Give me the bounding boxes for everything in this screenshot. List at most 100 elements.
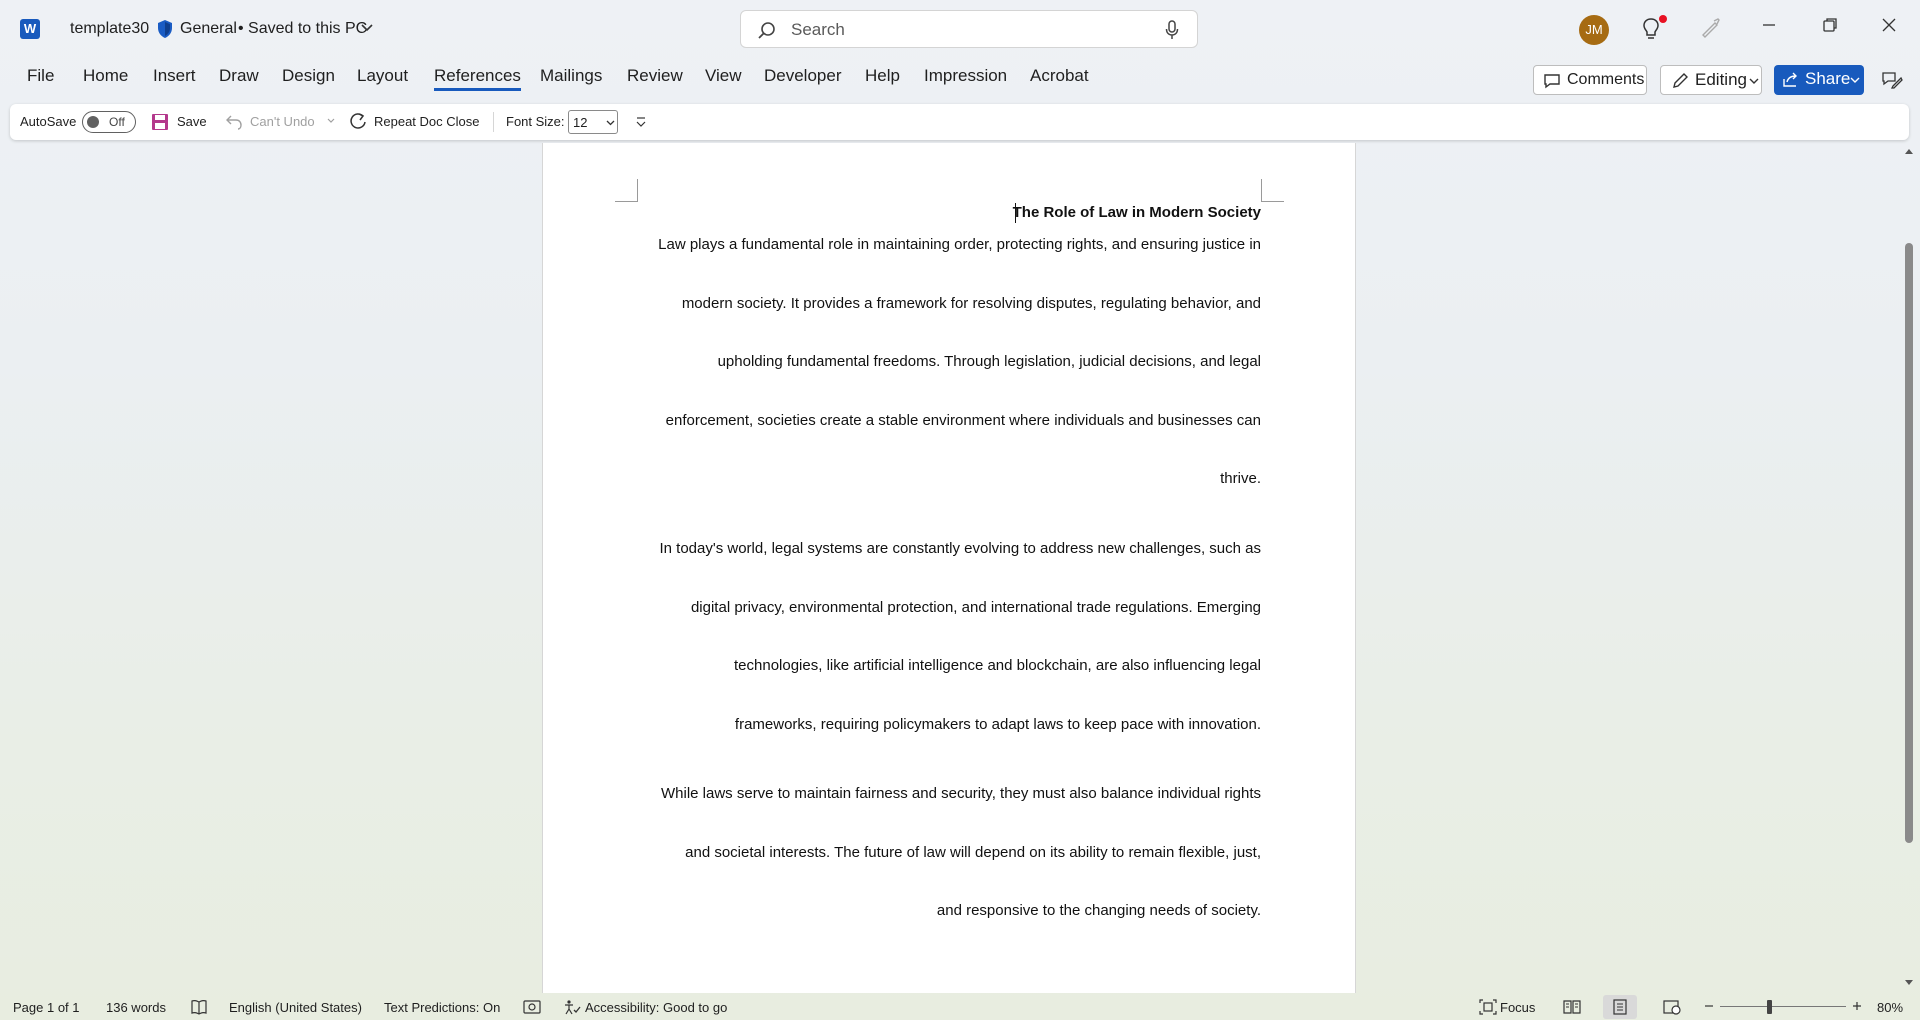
word-app-icon: W	[20, 19, 40, 39]
share-icon	[1783, 72, 1797, 87]
tab-file[interactable]: File	[27, 66, 54, 86]
paragraph-line[interactable]: thrive.	[1220, 470, 1261, 487]
document-page[interactable]: The Role of Law in Modern Society Law pl…	[542, 143, 1356, 993]
tab-developer[interactable]: Developer	[764, 66, 842, 86]
save-button[interactable]: Save	[177, 114, 207, 129]
share-label: Share	[1805, 69, 1851, 88]
paragraph-line[interactable]: upholding fundamental freedoms. Through …	[718, 353, 1261, 370]
document-heading[interactable]: The Role of Law in Modern Society	[1013, 204, 1261, 221]
margin-crop-mark	[1261, 179, 1284, 202]
search-box[interactable]: Search	[740, 10, 1198, 48]
font-size-value: 12	[573, 115, 588, 130]
scrollbar-thumb[interactable]	[1905, 243, 1913, 843]
toggle-knob	[87, 116, 99, 128]
chevron-down-icon	[606, 120, 615, 126]
title-bar: W template30 General • Saved to this PC …	[0, 0, 1920, 58]
language-indicator[interactable]: English (United States)	[229, 1000, 362, 1015]
search-placeholder: Search	[791, 20, 845, 39]
designer-pen-icon[interactable]	[1699, 17, 1721, 39]
autosave-state: Off	[109, 115, 125, 129]
tab-layout[interactable]: Layout	[357, 66, 408, 86]
tab-help[interactable]: Help	[865, 66, 900, 86]
close-icon[interactable]	[1881, 17, 1897, 33]
avatar[interactable]: JM	[1579, 15, 1609, 45]
restore-icon[interactable]	[1822, 17, 1838, 33]
paragraph-line[interactable]: In today's world, legal systems are cons…	[659, 540, 1261, 557]
autosave-label: AutoSave	[20, 114, 77, 129]
save-icon[interactable]	[151, 113, 169, 131]
notification-dot	[1659, 15, 1667, 23]
proofing-book-icon[interactable]	[190, 999, 208, 1015]
chevron-down-icon	[1749, 78, 1759, 84]
quick-access-toolbar: AutoSave Off Save Can't Undo Repeat Doc …	[10, 104, 1909, 140]
paragraph-line[interactable]: and societal interests. The future of la…	[685, 844, 1261, 861]
scroll-up-icon[interactable]	[1904, 147, 1914, 155]
pencil-icon	[1673, 73, 1688, 88]
font-size-select[interactable]: 12	[568, 110, 618, 134]
print-layout-icon[interactable]	[1612, 999, 1628, 1015]
tab-references[interactable]: References	[434, 66, 521, 91]
tab-draw[interactable]: Draw	[219, 66, 259, 86]
paragraph-line[interactable]: technologies, like artificial intelligen…	[734, 657, 1261, 674]
paragraph-line[interactable]: Law plays a fundamental role in maintain…	[658, 236, 1261, 253]
focus-icon	[1479, 999, 1497, 1015]
editing-mode-button[interactable]: Editing	[1660, 65, 1762, 95]
tab-insert[interactable]: Insert	[153, 66, 196, 86]
font-size-label: Font Size:	[506, 114, 565, 129]
repeat-button[interactable]: Repeat Doc Close	[374, 114, 480, 129]
microphone-icon[interactable]	[1165, 20, 1179, 40]
comments-button[interactable]: Comments	[1533, 65, 1647, 95]
tab-design[interactable]: Design	[282, 66, 335, 86]
paragraph-line[interactable]: modern society. It provides a framework …	[682, 295, 1261, 312]
comments-label: Comments	[1567, 71, 1645, 88]
chevron-down-icon	[327, 118, 335, 123]
focus-mode-button[interactable]: Focus	[1500, 1000, 1535, 1015]
vertical-scrollbar[interactable]	[1902, 143, 1916, 993]
zoom-level[interactable]: 80%	[1877, 1000, 1903, 1015]
paragraph-line[interactable]: enforcement, societies create a stable e…	[666, 412, 1261, 429]
macro-recording-icon[interactable]	[523, 999, 541, 1015]
word-count[interactable]: 136 words	[106, 1000, 166, 1015]
tab-review[interactable]: Review	[627, 66, 683, 86]
repeat-icon[interactable]	[348, 112, 368, 132]
zoom-slider-thumb[interactable]	[1767, 1000, 1772, 1014]
scroll-down-icon[interactable]	[1904, 979, 1914, 987]
save-status[interactable]: • Saved to this PC	[238, 20, 367, 38]
paragraph-line[interactable]: and responsive to the changing needs of …	[937, 902, 1261, 919]
zoom-slider[interactable]	[1720, 1006, 1846, 1007]
lightbulb-icon[interactable]	[1641, 17, 1661, 41]
chevron-down-icon	[1850, 77, 1860, 83]
tab-view[interactable]: View	[705, 66, 742, 86]
tab-acrobat[interactable]: Acrobat	[1030, 66, 1089, 86]
paragraph-line[interactable]: frameworks, requiring policymakers to ad…	[735, 716, 1261, 733]
accessibility-status[interactable]: Accessibility: Good to go	[585, 1000, 727, 1015]
search-icon	[758, 22, 775, 39]
tab-mailings[interactable]: Mailings	[540, 66, 602, 86]
chevron-down-icon[interactable]	[360, 22, 374, 34]
minimize-icon[interactable]	[1761, 17, 1777, 33]
read-mode-icon[interactable]	[1563, 999, 1581, 1015]
zoom-out-icon[interactable]	[1704, 1001, 1714, 1011]
page-count[interactable]: Page 1 of 1	[13, 1000, 80, 1015]
editing-label: Editing	[1695, 70, 1747, 89]
paragraph-line[interactable]: digital privacy, environmental protectio…	[691, 599, 1261, 616]
tab-impression[interactable]: Impression	[924, 66, 1007, 86]
document-name[interactable]: template30	[70, 20, 149, 38]
sensitivity-shield-icon	[158, 20, 172, 38]
toolbar-divider	[493, 112, 494, 132]
web-layout-icon[interactable]	[1663, 999, 1681, 1015]
paragraph-line[interactable]: While laws serve to maintain fairness an…	[661, 785, 1261, 802]
sensitivity-label[interactable]: General	[180, 20, 237, 38]
text-predictions[interactable]: Text Predictions: On	[384, 1000, 500, 1015]
autosave-toggle[interactable]: Off	[82, 111, 136, 133]
customize-toolbar-icon[interactable]	[635, 116, 647, 128]
zoom-in-icon[interactable]	[1852, 1001, 1862, 1011]
tab-home[interactable]: Home	[83, 66, 128, 86]
undo-button: Can't Undo	[250, 114, 315, 129]
accessibility-icon	[565, 1000, 581, 1015]
status-bar: Page 1 of 1 136 words English (United St…	[0, 994, 1920, 1020]
share-button[interactable]: Share	[1774, 65, 1864, 95]
undo-icon	[226, 115, 242, 130]
margin-crop-mark	[615, 179, 638, 202]
coauthoring-icon[interactable]	[1881, 70, 1903, 90]
